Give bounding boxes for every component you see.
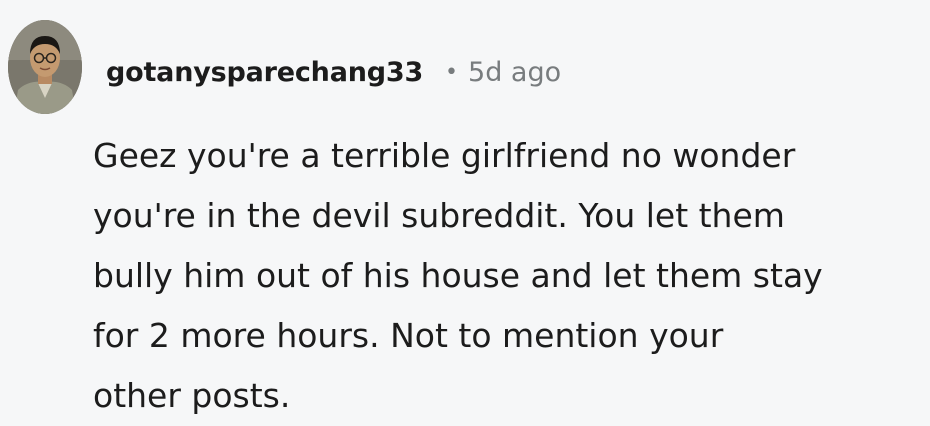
comment-body-line: for 2 more hours. Not to mention your	[93, 316, 724, 355]
comment-body-line: Geez you're a terrible girlfriend no won…	[93, 136, 796, 175]
comment-body-line: you're in the devil subreddit. You let t…	[93, 196, 785, 235]
user-avatar[interactable]	[8, 20, 82, 114]
comment-body: Geez you're a terrible girlfriend no won…	[93, 126, 913, 426]
comment-card: gotanysparechang33 • 5d ago Geez you're …	[0, 0, 930, 425]
avatar-photo-icon	[8, 20, 82, 114]
comment-timestamp[interactable]: 5d ago	[468, 57, 561, 88]
comment-body-line: other posts.	[93, 376, 291, 415]
meta-separator: •	[445, 59, 459, 85]
comment-body-line: bully him out of his house and let them …	[93, 256, 823, 295]
comment-meta: gotanysparechang33 • 5d ago	[106, 50, 561, 94]
username-link[interactable]: gotanysparechang33	[106, 57, 423, 88]
